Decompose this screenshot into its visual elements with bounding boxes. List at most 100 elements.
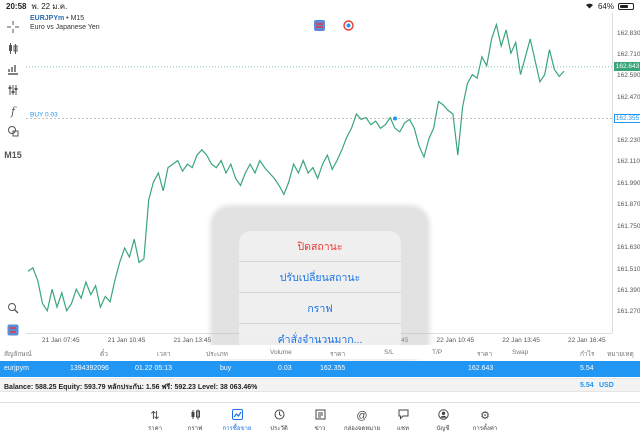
y-tick-label: 161.510	[617, 265, 640, 273]
y-tick-label: 161.870	[617, 201, 640, 209]
cell-symbol: eurjpym	[4, 365, 29, 372]
y-tick-label: 161.750	[617, 222, 640, 230]
y-tick-label: 162.590	[617, 72, 640, 80]
nav-account[interactable]: บัญชี	[423, 409, 463, 433]
chart-timeframe: M15	[70, 15, 85, 22]
chart-toolbar: f M15	[0, 14, 26, 336]
nav-settings-label: การตั้งค่า	[472, 426, 498, 432]
account-currency: USD	[599, 382, 614, 389]
current-price-tag: 162.643	[614, 62, 640, 72]
nav-quotes[interactable]: ⇅ ราคา	[135, 409, 175, 433]
timeframe-button[interactable]: M15	[4, 146, 22, 164]
buy-price-tag: 162.355	[614, 113, 640, 123]
one-click-trading-icon[interactable]	[314, 20, 325, 31]
col-time: เวลา	[157, 351, 171, 358]
price-axis: 161.270 161.390 161.510 161.630 161.750 161.8…	[612, 13, 640, 333]
col-type: ประเภท	[206, 351, 228, 358]
trade-chart-icon	[217, 409, 257, 423]
x-tick-label: 22 Jan 10:45	[436, 337, 475, 344]
cell-ticket: 1394392096	[70, 365, 109, 372]
nav-mailbox-label: กล่องจดหมาย	[343, 426, 381, 432]
settings-sliders-icon[interactable]	[4, 81, 22, 99]
x-tick-label: 21 Jan 07:45	[42, 337, 80, 344]
close-position-menu-item[interactable]: ปิดสถานะ	[239, 231, 401, 262]
nav-trade-label: การซื้อขาย	[222, 426, 252, 432]
trade-panel-icon[interactable]	[4, 321, 22, 339]
y-tick-label: 161.390	[617, 287, 640, 295]
battery-icon	[618, 3, 634, 10]
nav-settings[interactable]: ⚙ การตั้งค่า	[465, 409, 505, 433]
buy-line-label: BUY 0.03	[30, 111, 58, 118]
nav-account-label: บัญชี	[436, 426, 450, 432]
nav-news[interactable]: ข่าว	[300, 409, 340, 433]
col-swap: Swap	[512, 349, 529, 356]
nav-chart[interactable]: กราฟ	[175, 409, 215, 433]
y-tick-label: 161.630	[617, 244, 640, 252]
nav-quotes-label: ราคา	[148, 426, 162, 432]
cell-current-price: 162.643	[468, 365, 494, 372]
x-tick-label: 22 Jan 13:45	[502, 337, 540, 344]
col-sl: S/L	[384, 349, 394, 356]
chart-header: EURJPYm • M15 Euro vs Japanese Yen	[30, 15, 100, 31]
cell-open-price: 162.355	[320, 365, 346, 372]
nav-chat[interactable]: แชท	[383, 409, 423, 433]
cell-volume: 0.03	[278, 365, 292, 372]
signal-icon[interactable]	[343, 20, 354, 31]
total-profit: 5.54	[580, 382, 594, 389]
history-icon	[259, 409, 299, 423]
account-icon	[423, 409, 463, 423]
col-current-price: ราคา	[477, 351, 493, 358]
x-tick-label: 21 Jan 13:45	[173, 337, 212, 344]
col-tp: T/P	[432, 349, 443, 356]
y-tick-label: 162.110	[617, 158, 640, 166]
gear-icon: ⚙	[480, 410, 490, 422]
nav-chart-label: กราฟ	[187, 426, 203, 432]
status-bar: 20:58 พ. 22 ม.ค. 64%	[0, 0, 640, 13]
wifi-icon	[585, 2, 594, 11]
y-tick-label: 162.710	[617, 50, 640, 58]
position-row[interactable]: eurjpym 1394392096 01.22 05:13 buy 0.03 …	[0, 361, 640, 377]
nav-mailbox[interactable]: @ กล่องจดหมาย	[342, 409, 382, 433]
y-tick-label: 162.830	[617, 29, 640, 37]
battery-percent: 64%	[597, 2, 614, 11]
quick-trade-icons	[314, 20, 354, 31]
mail-at-icon: @	[356, 410, 368, 422]
y-tick-label: 161.990	[617, 179, 640, 187]
balance-bar: Balance: 588.25 Equity: 593.79 หลักประกั…	[0, 378, 640, 392]
entry-marker	[393, 116, 397, 121]
col-symbol: สัญลักษณ์	[4, 351, 32, 358]
nav-news-label: ข่าว	[314, 426, 326, 432]
x-tick-label: 22 Jan 16:45	[568, 337, 606, 344]
nav-history[interactable]: ประวัติ	[259, 409, 299, 433]
news-icon	[300, 409, 340, 423]
y-tick-label: 161.270	[617, 308, 640, 316]
quotes-icon: ⇅	[150, 410, 160, 422]
balance-summary: Balance: 588.25 Equity: 593.79 หลักประกั…	[4, 384, 258, 391]
col-profit: กำไร	[580, 351, 595, 358]
y-tick-label: 162.230	[617, 136, 640, 144]
positions-table-header: สัญลักษณ์ ตั๋ว เวลา ประเภท Volume ราคา S…	[0, 345, 640, 359]
nav-history-label: ประวัติ	[270, 426, 288, 432]
cell-profit: 5.54	[580, 365, 594, 372]
crosshair-icon[interactable]	[4, 18, 22, 36]
cell-type: buy	[220, 365, 232, 372]
indicators-icon[interactable]	[4, 60, 22, 78]
objects-icon[interactable]	[4, 122, 22, 140]
bottom-navigation: ⇅ ราคา กราฟ การซื้อขาย ประวัติ ข่าว @ กล…	[0, 402, 640, 447]
zoom-icon[interactable]	[4, 299, 22, 317]
col-comment: หมายเหตุ	[607, 351, 634, 358]
x-tick-label: 21 Jan 10:45	[107, 337, 146, 344]
nav-trade[interactable]: การซื้อขาย	[217, 409, 257, 433]
col-volume: Volume	[270, 349, 292, 356]
chart-candles-icon	[175, 409, 215, 423]
chart-menu-item[interactable]: กราฟ	[239, 293, 401, 324]
status-date: พ. 22 ม.ค.	[31, 2, 68, 11]
modify-position-menu-item[interactable]: ปรับเปลี่ยนสถานะ	[239, 262, 401, 293]
chart-type-candles-icon[interactable]	[4, 39, 22, 57]
position-context-menu: ปิดสถานะ ปรับเปลี่ยนสถานะ กราฟ คำสั่งจำน…	[239, 231, 401, 355]
chat-icon	[383, 409, 423, 423]
y-tick-label: 162.470	[617, 93, 640, 101]
nav-chat-label: แชท	[397, 426, 409, 432]
cell-time: 01.22 05:13	[135, 365, 172, 372]
function-icon[interactable]: f	[4, 102, 22, 120]
